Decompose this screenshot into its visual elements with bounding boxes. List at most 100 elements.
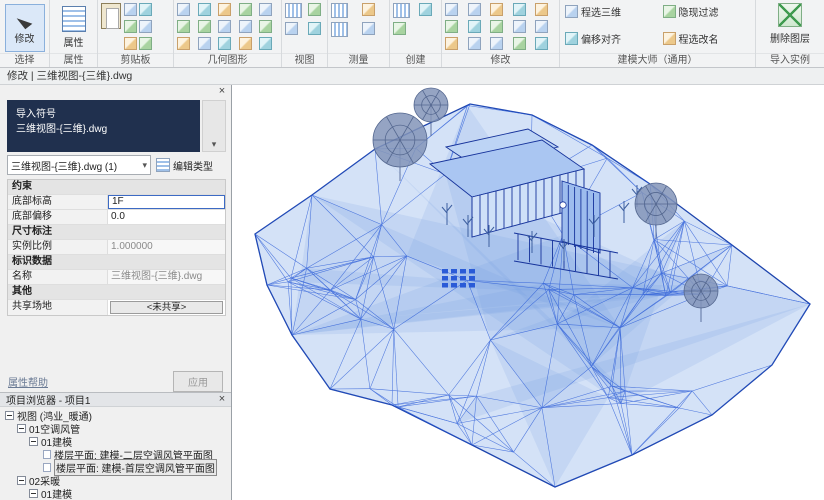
chevron-down-icon: ▾ [203,139,225,150]
split-icon[interactable] [490,20,503,33]
tree-item[interactable]: 01空调风管 [0,422,231,435]
master-button-label: 隐现过滤 [679,4,719,19]
shared-site-button[interactable]: <未共享> [110,301,223,314]
tool-icon[interactable] [259,37,272,50]
collapse-icon[interactable] [17,424,26,433]
close-icon[interactable]: × [216,86,228,98]
tool-icon[interactable] [139,37,152,50]
properties-help-link[interactable]: 属性帮助 [8,374,48,389]
tool-icon[interactable] [259,3,272,16]
tool-icon[interactable] [177,3,190,16]
copy-icon[interactable] [124,20,137,33]
prop-row-name: 名称 三维视图-{三维}.dwg [8,270,225,285]
master-button[interactable]: 程选三维 [563,3,655,20]
master-button[interactable]: 偏移对齐 [563,30,655,47]
type-kind: 导入符号 [16,107,191,122]
tool-icon[interactable] [218,3,231,16]
measure-icon[interactable] [331,3,348,18]
project-browser-header: 项目浏览器 - 项目1 × [0,392,231,407]
tool-icon[interactable] [393,22,406,35]
view-tool-icon[interactable] [285,3,302,18]
drawing-canvas[interactable] [232,85,824,500]
copy-tool-icon[interactable] [445,20,458,33]
ribbon-group-label-modify[interactable]: 修改 [442,53,559,67]
ribbon-group-label-select[interactable]: 选择 [0,53,49,67]
delete-icon[interactable] [535,3,548,16]
collapse-icon[interactable] [5,411,14,420]
tool-icon[interactable] [218,20,231,33]
prop-section-dimensions: 尺寸标注 [8,225,225,240]
align-icon[interactable] [468,20,481,33]
unpin-icon[interactable] [513,37,526,50]
tool-icon[interactable] [239,20,252,33]
tool-icon[interactable] [259,20,272,33]
apply-button[interactable]: 应用 [173,371,223,392]
ribbon: 修改 选择 属性 属性 [0,0,824,68]
cut-icon[interactable] [124,3,137,16]
prop-label: 底部标高 [8,195,108,209]
ribbon-group-label-import[interactable]: 导入实例 [756,53,824,67]
ribbon-group-label-master[interactable]: 建模大师（通用） [560,53,755,67]
tool-icon[interactable] [218,37,231,50]
paste-icon[interactable] [101,3,121,29]
create-group-icon[interactable] [393,3,410,18]
dimension-icon[interactable] [331,22,348,37]
ribbon-group-label-create[interactable]: 创建 [390,53,441,67]
tool-icon[interactable] [198,20,211,33]
type-name: 三维视图-{三维}.dwg [16,122,191,137]
tool-icon[interactable] [177,20,190,33]
tool-icon[interactable] [308,3,321,16]
master-button[interactable]: 隐现过滤 [661,3,753,20]
tool-icon[interactable] [198,37,211,50]
array-icon[interactable] [490,37,503,50]
pin-icon[interactable] [513,20,526,33]
tool-icon[interactable] [419,3,432,16]
tool-icon[interactable] [362,22,375,35]
ribbon-group-clipboard: 剪贴板 [98,0,174,67]
move-icon[interactable] [445,3,458,16]
tool-icon[interactable] [139,20,152,33]
ribbon-group-label-clipboard[interactable]: 剪贴板 [98,53,173,67]
trim-icon[interactable] [468,37,481,50]
collapse-icon[interactable] [17,476,26,485]
close-icon[interactable]: × [216,394,228,406]
collapse-icon[interactable] [29,489,38,498]
tool-icon[interactable] [285,22,298,35]
section-label: 其他 [12,285,32,299]
tool-icon[interactable] [535,20,548,33]
modify-cursor-icon [17,12,33,29]
prop-label: 底部偏移 [8,210,108,224]
ribbon-group-label-geometry[interactable]: 几何图形 [174,53,281,67]
tool-icon[interactable] [177,37,190,50]
rotate-icon[interactable] [445,37,458,50]
delete-layers-label: 删除图层 [770,30,810,45]
ribbon-group-label-measure[interactable]: 测量 [328,53,389,67]
tool-icon[interactable] [362,3,375,16]
tool-icon[interactable] [308,22,321,35]
preview-scrollbar[interactable]: ▾ [202,100,226,152]
edit-type-label: 编辑类型 [173,158,213,173]
tool-icon[interactable] [239,3,252,16]
ribbon-group-label-properties[interactable]: 属性 [50,53,97,67]
match-type-icon[interactable] [124,37,137,50]
master-button[interactable]: 程选改名 [661,30,753,47]
tool-icon[interactable] [198,3,211,16]
mirror-icon[interactable] [468,3,481,16]
delete-layers-button[interactable]: 删除图层 [768,29,812,46]
ribbon-group-label-view[interactable]: 视图 [282,53,327,67]
modify-tool-button[interactable]: 修改 [5,4,45,52]
offset-icon[interactable] [490,3,503,16]
tool-icon[interactable] [139,3,152,16]
tool-icon[interactable] [535,37,548,50]
base-offset-field[interactable]: 0.0 [108,210,225,224]
explode-icon[interactable] [778,3,802,27]
ribbon-group-view: 视图 [282,0,328,67]
edit-type-button[interactable]: 编辑类型 [154,155,226,175]
properties-toggle-button[interactable]: 属性 [54,4,94,52]
scale-icon[interactable] [513,3,526,16]
collapse-icon[interactable] [29,437,38,446]
tool-icon[interactable] [239,37,252,50]
base-level-field[interactable]: 1F [108,195,225,209]
tree-item[interactable]: 01建模 [0,487,231,500]
type-selector[interactable]: 三维视图-{三维}.dwg (1) ▾ [7,155,151,175]
